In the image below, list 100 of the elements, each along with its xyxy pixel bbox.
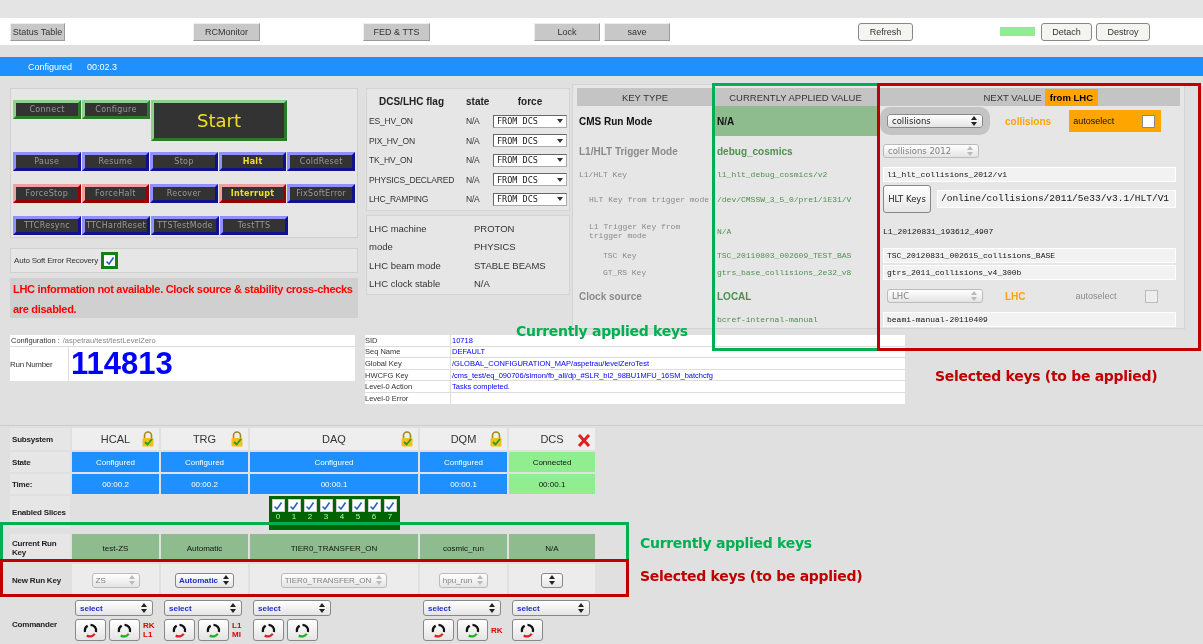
command-button[interactable]: Start [151,100,287,141]
command-button[interactable]: Recover [150,184,218,203]
recycle-button[interactable] [253,619,284,641]
slice-checkbox[interactable] [335,499,349,512]
force-select[interactable]: FROM DCS [493,134,567,148]
recycle-button[interactable] [109,619,140,641]
toolbar-button[interactable]: save [604,22,670,41]
recycle-icon [117,622,132,638]
command-button[interactable]: FixSoftError [287,184,355,203]
applied-value: l1_hlt_debug_cosmics/v2 [716,169,829,181]
auto-recovery-checkbox[interactable] [101,252,119,269]
command-button[interactable]: Stop [150,152,218,171]
recycle-button[interactable] [164,619,195,641]
flag-name: LHC_RAMPING [369,194,430,205]
toolbar-button[interactable]: RCMonitor [193,22,260,41]
state-cell: Connected [509,452,595,472]
spinner-icon [229,602,237,614]
command-select[interactable]: select [423,600,501,616]
run-key-cell: cosmic_run [420,534,507,562]
recycle-button[interactable] [457,619,488,641]
cross-icon[interactable] [577,431,591,447]
padlock-icon[interactable] [141,431,155,447]
check-icon [321,500,331,511]
command-button[interactable]: ColdReset [287,152,355,171]
lhc-label: LHC clock stable [369,278,442,290]
dropdown-arrow-icon [557,158,563,163]
subsystem-name: TRG [192,433,217,445]
applied-value: bcref-internal-manual [716,314,819,326]
command-flags: RK L1 [143,621,155,639]
force-select[interactable]: FROM DCS [493,192,567,206]
command-button[interactable]: ForceStop [13,184,81,203]
command-button[interactable]: Resume [81,152,150,171]
command-button[interactable]: TTCHardReset [82,216,150,235]
force-select[interactable]: FROM DCS [493,173,567,187]
recycle-button[interactable] [512,619,543,641]
recycle-button[interactable] [287,619,318,641]
command-button[interactable]: Halt [218,152,287,171]
recycle-button[interactable] [423,619,454,641]
command-button[interactable]: TestTTS [220,216,288,235]
check-icon [305,500,315,511]
applied-value: gtrs_base_collisions_2e32_v8 [716,267,853,279]
run-key-select[interactable] [541,572,563,588]
command-button[interactable]: Configure [82,100,150,119]
run-key-cell: test-ZS [72,534,159,562]
slice-checkbox[interactable] [271,499,285,512]
toolbar-button[interactable]: FED & TTS [363,22,430,41]
padlock-icon[interactable] [400,431,414,447]
spinner-icon [577,602,585,614]
slice-checkbox[interactable] [383,499,397,512]
column-header: state [466,96,491,108]
run-key-select[interactable]: Automatic [174,572,235,588]
force-select[interactable]: FROM DCS [493,153,567,167]
spinner-icon [970,290,978,302]
command-select[interactable]: select [512,600,590,616]
command-select[interactable]: select [75,600,153,616]
padlock-icon[interactable] [489,431,503,447]
spinner-icon [488,602,496,614]
row-label: Subsystem [10,428,70,450]
refresh-button[interactable]: Refresh [858,22,913,41]
padlock-icon[interactable] [230,431,244,447]
command-button[interactable]: Connect [13,100,81,119]
command-button[interactable]: Interrupt [218,184,287,203]
command-select[interactable]: select [164,600,242,616]
next-value-field[interactable]: beami-manual-20110409 [883,312,1176,327]
time-cell: 00:00.2 [161,474,248,494]
command-button[interactable]: TTCResync [13,216,81,235]
command-button[interactable]: Pause [13,152,81,171]
slice-checkbox[interactable] [287,499,301,512]
window-button[interactable]: Destroy [1096,22,1150,41]
toolbar-button[interactable]: Lock [534,22,600,41]
slice-checkbox[interactable] [319,499,333,512]
subsystem-name: DQM [450,433,477,445]
subsystem-name: HCAL [100,433,131,445]
slice-checkbox[interactable] [351,499,365,512]
autoselect-checkbox[interactable] [1142,114,1156,128]
column-header: DCS/LHC flag [378,96,445,108]
force-select[interactable]: FROM DCS [493,114,567,128]
recycle-button[interactable] [198,619,229,641]
slice-checkbox[interactable] [303,499,317,512]
recycle-icon [431,622,446,638]
key-type: Clock source [578,289,643,304]
check-icon [337,500,347,511]
slice-checkbox[interactable] [367,499,381,512]
autoselect-toggle[interactable]: autoselect [1069,110,1162,132]
check-icon [289,500,299,511]
flag-state: N/A [466,116,481,127]
toolbar-button[interactable]: Status Table [10,22,65,41]
window-button[interactable]: Detach [1041,22,1092,41]
applied-value: /dev/CMSSW_3_5_0/pre1/1E31/V [716,193,853,206]
dropdown-arrow-icon [557,177,563,182]
column-header: KEY TYPE [620,90,670,105]
command-select[interactable]: select [253,600,331,616]
recycle-button[interactable] [75,619,106,641]
run-key-cell: N/A [509,534,595,562]
command-button[interactable]: ForceHalt [81,184,150,203]
command-button[interactable]: TTSTestMode [151,216,219,235]
run-key-cell: TIER0_TRANSFER_ON [250,534,418,562]
key-type: L1/HLT Key [578,169,628,181]
slice-number: 7 [387,512,393,521]
recycle-icon [261,622,276,638]
